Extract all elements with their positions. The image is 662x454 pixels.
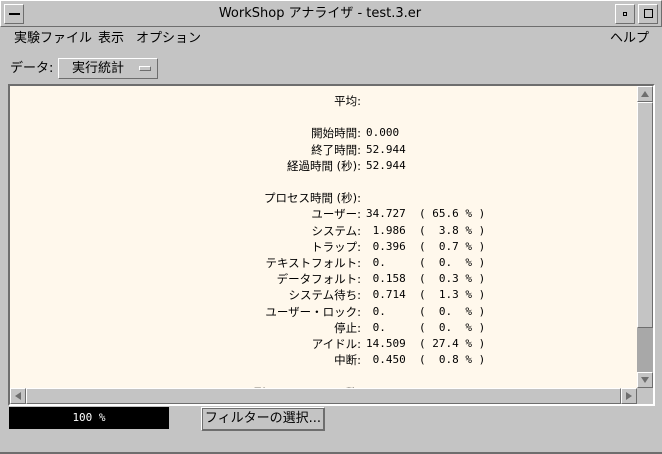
arrow-down-icon [641, 377, 649, 383]
stat-value: 0.000 [366, 126, 400, 140]
stat-label: トラップ: [311, 239, 361, 254]
stat-label: システム: [311, 223, 361, 238]
arrow-up-icon [641, 91, 649, 97]
stat-label: ユーザー・ロック: [265, 304, 361, 319]
stat-value: 0. ( 0. % ) [366, 256, 486, 269]
stat-label: 開始時間: [311, 126, 361, 141]
stat-value: 0.396 ( 0.7 % ) [366, 239, 486, 253]
stat-value: 52.944 [366, 158, 406, 172]
stat-value: 0.158 ( 0.3 % ) [366, 272, 486, 286]
window-title: WorkShop アナライザ - test.3.er [218, 6, 422, 21]
stats-text-area[interactable]: 平均: 開始時間: 0.000 終了時間: 52.944 経過時間 (秒): 52.944 プ… [10, 86, 637, 388]
menu-options[interactable]: オプション [136, 27, 201, 52]
stat-value: 0.450 ( 0.8 % ) [366, 353, 486, 367]
scroll-down-button[interactable] [637, 372, 653, 388]
select-filter-label: フィルターの選択... [202, 408, 324, 430]
stats-heading: 平均: [334, 94, 361, 108]
minimize-icon [623, 12, 627, 16]
stat-label: 停止: [334, 320, 361, 335]
menu-bar: 実験ファイル 表示 オプション ヘルプ [1, 27, 661, 52]
scroll-left-button[interactable] [10, 388, 26, 404]
stat-label: プロセス時間 (秒): [263, 191, 361, 206]
data-select[interactable]: 実行統計 [58, 58, 158, 79]
stat-value: 0. ( 0. % ) [366, 320, 486, 334]
arrow-left-icon [15, 392, 21, 400]
maximize-icon [644, 9, 653, 18]
data-select-value: 実行統計 [72, 61, 125, 76]
stat-value: 14.509 ( 27.4 % ) [366, 337, 486, 350]
vertical-scrollbar[interactable] [637, 86, 653, 388]
stat-label: テキストフォルト: [265, 256, 361, 270]
stat-label: データフォルト: [276, 272, 361, 287]
scroll-right-button[interactable] [621, 388, 637, 404]
vertical-scroll-thumb[interactable] [637, 102, 653, 328]
stat-label: 経過時間 (秒): [286, 158, 361, 173]
stat-label: 中断: [334, 353, 361, 368]
scroll-up-button[interactable] [637, 86, 653, 102]
stat-label: アイドル: [311, 337, 361, 351]
window-menu-button[interactable] [4, 4, 24, 24]
stat-label: システム待ち: [288, 288, 361, 303]
stat-value: 34.727 ( 65.6 % ) [366, 207, 486, 221]
menu-help[interactable]: ヘルプ [610, 27, 649, 52]
data-label: データ: [10, 61, 54, 76]
option-menu-indicator-icon [139, 66, 151, 71]
stat-value: 1.986 ( 3.8 % ) [366, 223, 486, 237]
progress-indicator: 100 % [9, 407, 169, 429]
menu-experiment-file[interactable]: 実験ファイル [14, 27, 92, 52]
horizontal-scroll-thumb[interactable] [26, 388, 621, 404]
horizontal-scrollbar[interactable] [10, 388, 637, 404]
stat-label: ユーザー: [311, 207, 361, 222]
arrow-right-icon [626, 392, 632, 400]
maximize-button[interactable] [638, 4, 658, 24]
select-filter-button[interactable]: フィルターの選択... [201, 407, 325, 431]
stat-label: 終了時間: [311, 142, 361, 157]
stat-value: 0.714 ( 1.3 % ) [366, 288, 486, 302]
menu-view[interactable]: 表示 [98, 27, 124, 52]
window-menu-icon [9, 13, 20, 15]
stat-value: 52.944 [366, 142, 406, 156]
title-bar[interactable]: WorkShop アナライザ - test.3.er [0, 0, 662, 27]
stat-value: 0. ( 0. % ) [366, 304, 486, 318]
minimize-button[interactable] [615, 4, 635, 24]
